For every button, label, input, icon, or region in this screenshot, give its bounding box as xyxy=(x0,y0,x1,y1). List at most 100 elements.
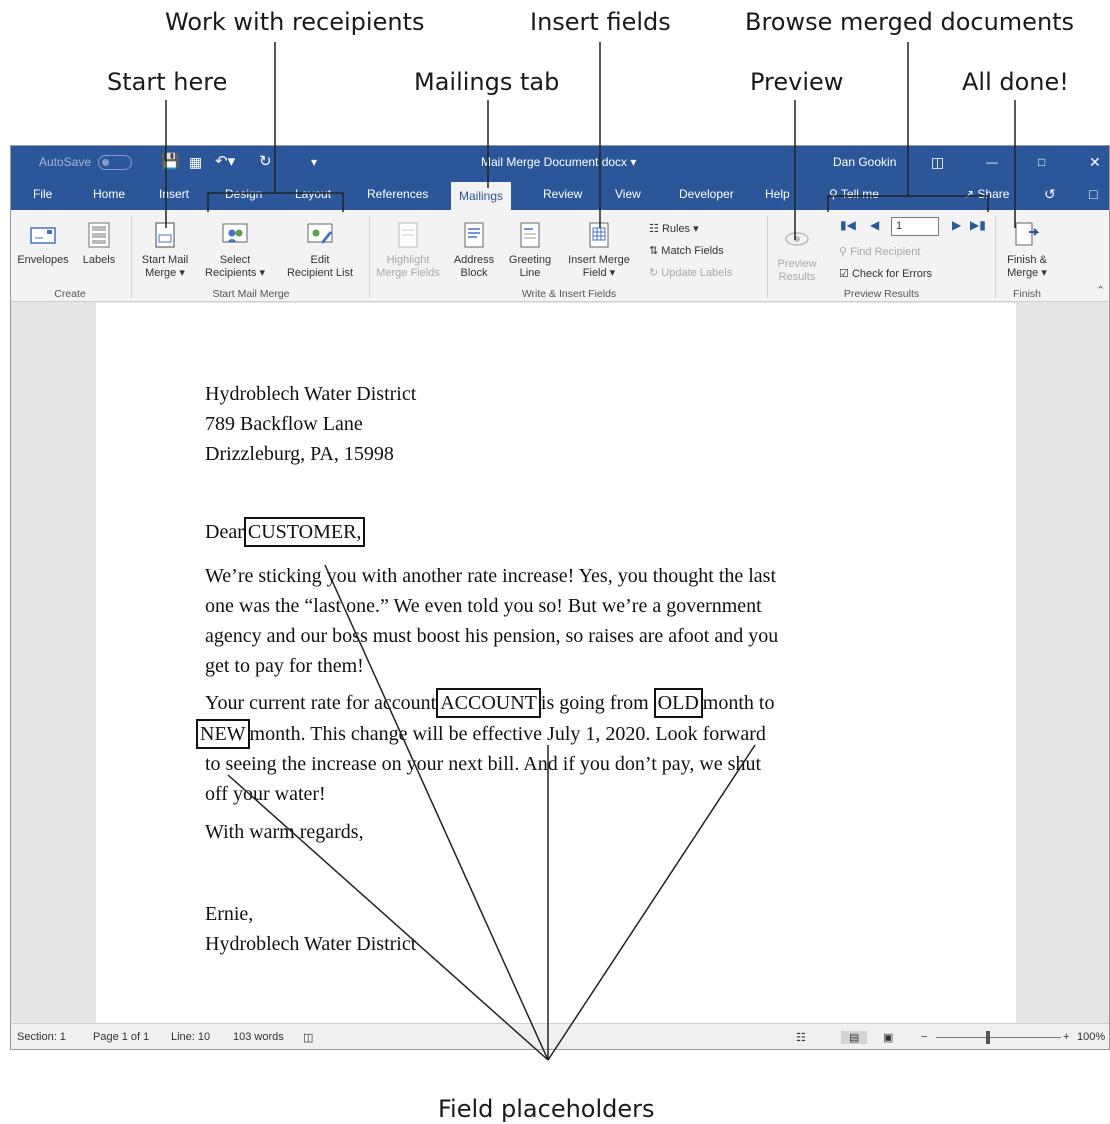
tab-mailings[interactable]: Mailings xyxy=(451,182,512,210)
start-mail-merge-label-1: Start Mail xyxy=(141,254,189,266)
document-title[interactable]: Mail Merge Document.docx ▾ xyxy=(481,146,636,178)
autosave-toggle[interactable] xyxy=(98,155,133,171)
zoom-level[interactable]: 100% xyxy=(1077,1031,1105,1043)
start-mail-merge-button[interactable]: Start Mail Merge ▾ xyxy=(135,220,195,280)
user-name[interactable]: Dan Gookin xyxy=(833,146,896,178)
tell-me-search[interactable]: ⚲ Tell me xyxy=(821,178,887,210)
group-label-preview-results: Preview Results xyxy=(843,288,920,300)
insert-merge-field-label-1: Insert Merge xyxy=(568,254,630,266)
collapse-ribbon-icon[interactable]: ⌃ xyxy=(1096,284,1105,298)
close-icon[interactable]: ✕ xyxy=(1089,146,1101,178)
rules-button[interactable]: ☷ Rules ▾ xyxy=(649,222,699,236)
tab-references[interactable]: References xyxy=(359,178,436,210)
insert-merge-field-button[interactable]: Insert Merge Field ▾ xyxy=(559,220,639,280)
group-divider xyxy=(995,216,996,298)
tab-review[interactable]: Review xyxy=(535,178,590,210)
previous-record-icon[interactable]: ◀ xyxy=(870,218,879,232)
highlight-merge-fields-icon xyxy=(398,222,418,248)
salutation-text: Dear xyxy=(205,521,244,543)
find-recipient-button[interactable]: ⚲ Find Recipient xyxy=(839,245,920,259)
tab-design[interactable]: Design xyxy=(217,178,270,210)
title-bar: AutoSave 💾 ▦ ↶▾ ↻ ▾ Mail Merge Document.… xyxy=(11,146,1109,178)
preview-results-label-1: Preview xyxy=(777,258,817,270)
zoom-slider[interactable] xyxy=(936,1037,1061,1038)
ribbon-display-icon[interactable]: ◫ xyxy=(931,146,944,178)
tab-file[interactable]: File xyxy=(25,178,60,210)
insert-merge-field-label-2: Field xyxy=(582,267,607,279)
edit-recipient-list-label-2: Recipient List xyxy=(286,267,354,279)
finish-merge-button[interactable]: Finish & Merge ▾ xyxy=(999,220,1055,280)
check-errors-icon: ☑ xyxy=(839,268,849,280)
autosave-label: AutoSave xyxy=(39,155,92,169)
proofing-icon[interactable]: ◫ xyxy=(303,1031,313,1044)
edit-recipient-list-button[interactable]: Edit Recipient List xyxy=(277,220,363,280)
update-labels-button[interactable]: ↻ Update Labels xyxy=(649,266,732,280)
tab-insert[interactable]: Insert xyxy=(151,178,197,210)
update-labels-label: Update Labels xyxy=(661,267,733,279)
save-icon[interactable]: 💾 xyxy=(161,146,180,178)
field-customer[interactable]: CUSTOMER, xyxy=(243,517,366,547)
tab-view[interactable]: View xyxy=(607,178,649,210)
highlight-merge-fields-label-2: Merge Fields xyxy=(376,267,440,279)
read-mode-icon[interactable]: ☷ xyxy=(796,1031,806,1044)
status-page[interactable]: Page 1 of 1 xyxy=(93,1031,149,1043)
history-icon[interactable]: ↺ xyxy=(1036,178,1064,210)
select-recipients-button[interactable]: Select Recipients ▾ xyxy=(199,220,271,280)
customize-qat-icon[interactable]: ▾ xyxy=(311,146,317,178)
check-for-errors-button[interactable]: ☑ Check for Errors xyxy=(839,267,932,281)
comments-icon[interactable]: □ xyxy=(1081,178,1105,210)
search-icon: ⚲ xyxy=(829,187,838,201)
match-fields-button[interactable]: ⇅ Match Fields xyxy=(649,244,724,258)
record-number-input[interactable]: 1 xyxy=(891,217,939,236)
status-line[interactable]: Line: 10 xyxy=(171,1031,210,1043)
tab-layout[interactable]: Layout xyxy=(287,178,339,210)
print-layout-icon[interactable]: ▤ xyxy=(841,1031,868,1044)
highlight-merge-fields-button[interactable]: Highlight Merge Fields xyxy=(373,220,443,280)
callout-field-placeholders: Field placeholders xyxy=(438,1095,655,1123)
envelope-icon xyxy=(30,227,56,244)
share-icon: ↗ xyxy=(964,187,975,201)
tab-home[interactable]: Home xyxy=(85,178,133,210)
status-words[interactable]: 103 words xyxy=(233,1031,284,1043)
envelopes-button[interactable]: Envelopes xyxy=(15,220,71,267)
chevron-down-icon: ▾ xyxy=(690,223,699,235)
document-page[interactable]: Hydroblech Water District 789 Backflow L… xyxy=(96,303,1016,1023)
preview-results-label-2: Results xyxy=(778,271,816,283)
tab-help[interactable]: Help xyxy=(757,178,798,210)
zoom-slider-thumb[interactable] xyxy=(986,1031,990,1044)
preview-results-button[interactable]: Preview Results xyxy=(769,224,825,284)
field-old[interactable]: OLD xyxy=(653,688,703,718)
salutation: Dear CUSTOMER, xyxy=(205,517,366,547)
callout-browse-merged: Browse merged documents xyxy=(745,8,1075,36)
status-section[interactable]: Section: 1 xyxy=(17,1031,66,1043)
field-new[interactable]: NEW xyxy=(196,719,250,749)
tab-developer[interactable]: Developer xyxy=(671,178,742,210)
share-button[interactable]: ↗ Share xyxy=(956,178,1017,210)
zoom-out-icon[interactable]: − xyxy=(921,1031,927,1043)
undo-icon[interactable]: ↶▾ xyxy=(215,146,235,178)
match-fields-icon: ⇅ xyxy=(649,245,659,257)
para2-line-4: off your water! xyxy=(205,783,326,805)
redo-icon[interactable]: ↻ xyxy=(259,146,272,178)
labels-button[interactable]: Labels xyxy=(75,220,123,267)
find-recipient-label: Find Recipient xyxy=(850,246,921,258)
first-record-icon[interactable]: ▮◀ xyxy=(840,218,856,232)
callout-preview: Preview xyxy=(750,68,844,96)
start-mail-merge-icon xyxy=(155,222,175,248)
last-record-icon[interactable]: ▶▮ xyxy=(970,218,986,232)
labels-icon xyxy=(88,222,110,248)
greeting-line-button[interactable]: Greeting Line xyxy=(503,220,557,280)
zoom-in-icon[interactable]: + xyxy=(1063,1031,1069,1043)
address-block-button[interactable]: Address Block xyxy=(447,220,501,280)
callout-work-with-recipients: Work with receipients xyxy=(165,8,425,36)
para2-line-3: to seeing the increase on your next bill… xyxy=(205,753,762,775)
field-account[interactable]: ACCOUNT xyxy=(436,688,541,718)
finish-merge-icon xyxy=(1015,222,1040,246)
web-layout-icon[interactable]: ▣ xyxy=(883,1031,893,1044)
labels-label: Labels xyxy=(82,254,116,266)
maximize-icon[interactable]: □ xyxy=(1038,146,1045,178)
next-record-icon[interactable]: ▶ xyxy=(952,218,961,232)
minimize-icon[interactable]: — xyxy=(986,146,998,178)
print-preview-icon[interactable]: ▦ xyxy=(189,146,202,178)
autosave-control[interactable]: AutoSave xyxy=(39,146,133,178)
